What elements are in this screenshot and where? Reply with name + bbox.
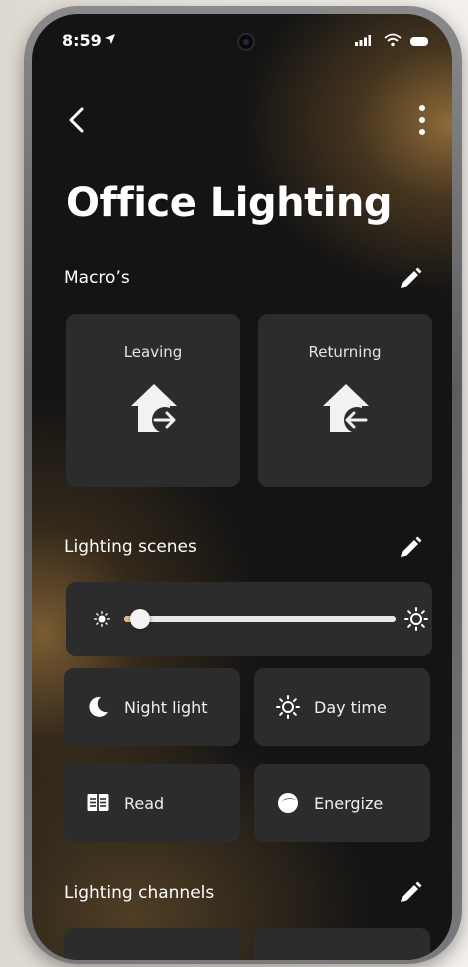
battery-icon [410, 37, 428, 46]
pencil-icon [401, 267, 422, 288]
edit-scenes-button[interactable] [396, 534, 424, 562]
macros-section-label: Macro’s [64, 268, 130, 288]
status-bar: 8:59 [32, 14, 452, 64]
macro-label: Returning [308, 343, 382, 361]
scene-energize[interactable]: Energize [254, 764, 430, 842]
wifi-icon [384, 33, 402, 47]
scene-label: Read [124, 794, 165, 813]
signal-icon [355, 35, 371, 46]
scene-label: Energize [314, 794, 384, 813]
moon-icon [89, 696, 108, 717]
page-title: Office Lighting [66, 180, 393, 226]
sun-icon [276, 695, 300, 719]
edit-channels-button[interactable] [396, 879, 424, 907]
status-time: 8:59 [62, 31, 102, 50]
app-screen: 8:59 Office Lighting Macro’s Leaving Ret… [32, 14, 452, 960]
brightness-slider-card [66, 582, 432, 656]
macro-card-returning[interactable]: Returning [258, 314, 432, 487]
channel-card-1[interactable] [64, 928, 240, 960]
slider-thumb[interactable] [130, 609, 151, 629]
back-button[interactable] [62, 104, 94, 136]
macro-label: Leaving [123, 343, 183, 361]
scene-night-light[interactable]: Night light [64, 668, 240, 746]
scene-label: Day time [314, 698, 387, 717]
pencil-icon [401, 881, 422, 902]
scene-read[interactable]: Read [64, 764, 240, 842]
channels-section-label: Lighting channels [64, 883, 215, 903]
book-icon [87, 794, 109, 811]
front-camera [237, 33, 255, 51]
scene-day-time[interactable]: Day time [254, 668, 430, 746]
home-return-icon [323, 384, 370, 433]
brightness-slider[interactable] [124, 609, 396, 629]
energize-icon [278, 793, 298, 813]
scene-label: Night light [124, 698, 208, 717]
sun-small-icon [94, 611, 110, 627]
location-arrow-icon [105, 34, 115, 44]
sun-large-icon [404, 607, 428, 631]
pencil-icon [401, 536, 422, 557]
channel-card-2[interactable] [254, 928, 430, 960]
edit-macros-button[interactable] [396, 265, 424, 293]
macro-card-leaving[interactable]: Leaving [66, 314, 240, 487]
scenes-section-label: Lighting scenes [64, 537, 197, 557]
more-options-button[interactable] [410, 100, 434, 140]
home-leave-icon [131, 384, 178, 433]
